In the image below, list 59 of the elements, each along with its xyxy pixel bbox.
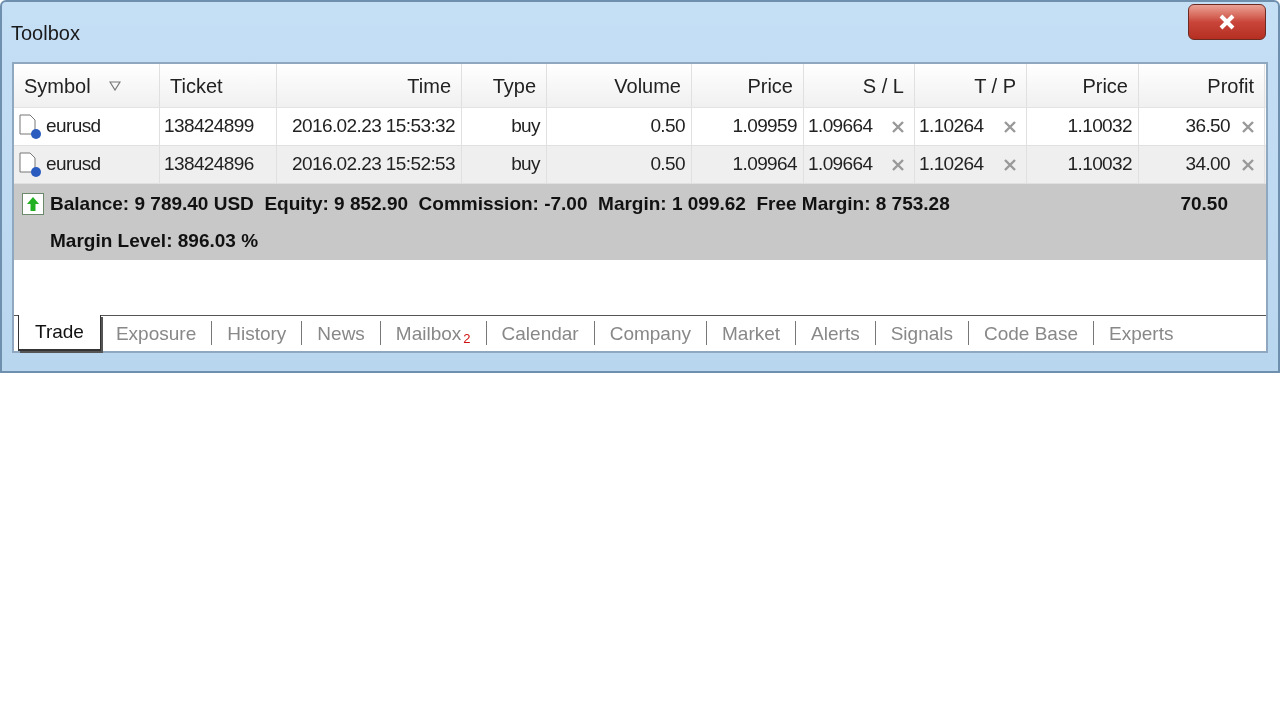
column-header[interactable]: Volume — [547, 64, 692, 107]
close-button[interactable] — [1188, 4, 1266, 40]
tab[interactable]: News — [302, 317, 380, 351]
column-header[interactable]: Type — [462, 64, 547, 107]
close-icon[interactable] — [892, 120, 904, 133]
document-icon — [18, 113, 42, 140]
tab[interactable]: Alerts — [796, 317, 875, 351]
tab[interactable]: Mailbox$_{2}$ — [380, 317, 486, 351]
tab[interactable]: Code Base — [969, 317, 1093, 351]
total-profit: 70.50 — [1179, 191, 1228, 216]
table-cell-text: 1.09664 — [808, 152, 873, 177]
table-cell-text: 0.50 — [650, 152, 685, 177]
tab[interactable]: Exposure — [100, 317, 212, 351]
tab[interactable]: Market — [707, 317, 796, 351]
table-cell-text: 36.50 — [1185, 114, 1230, 139]
table-cell-text: 138424899 — [164, 114, 254, 139]
table-cell-text: 1.10032 — [1067, 152, 1132, 177]
close-icon[interactable] — [1242, 158, 1254, 171]
close-icon — [1218, 14, 1236, 30]
column-header[interactable]: Time — [277, 64, 462, 107]
tab[interactable]: Calendar — [486, 317, 594, 351]
column-header[interactable]: Ticket — [160, 64, 277, 107]
column-header[interactable]: Profit — [1139, 64, 1265, 107]
table-cell-text: buy — [511, 152, 540, 177]
tab[interactable]: Company — [594, 317, 706, 351]
table-cell-text: 138424896 — [164, 152, 254, 177]
close-icon[interactable] — [892, 158, 904, 171]
tab[interactable]: Trade — [18, 315, 101, 351]
document-icon — [18, 151, 42, 178]
table-cell-text: 1.10264 — [919, 152, 984, 177]
unread-count: 2 — [463, 331, 471, 346]
table-cell-text: 34.00 — [1185, 152, 1230, 177]
close-icon[interactable] — [1004, 158, 1016, 171]
column-header[interactable]: Price — [1027, 64, 1139, 107]
table-cell-text: 2016.02.23 15:52:53 — [292, 152, 455, 177]
table-cell-text: buy — [511, 114, 540, 139]
table-cell-text: 1.10032 — [1067, 114, 1132, 139]
table-cell-text: eurusd — [46, 114, 101, 139]
table-cell-text: 0.50 — [650, 114, 685, 139]
column-header[interactable]: Symbol — [14, 64, 160, 107]
column-header[interactable]: T / P — [915, 64, 1027, 107]
sort-icon — [108, 80, 121, 91]
table-cell-text: 1.09964 — [732, 152, 797, 177]
table-cell-text: 1.10264 — [919, 114, 984, 139]
tab[interactable]: Experts — [1094, 317, 1189, 351]
close-icon[interactable] — [1004, 120, 1016, 133]
column-header[interactable]: S / L — [804, 64, 915, 107]
column-header[interactable]: Price — [692, 64, 804, 107]
arrow-up-icon — [22, 193, 44, 215]
close-icon[interactable] — [1242, 120, 1254, 133]
table-cell-text: eurusd — [46, 152, 101, 177]
account-summary: Balance: 9 789.40 USD Equity: 9 852.90 Commission: -7.00 Margin: 1 099.62 Free Margin: 8 753.28 — [50, 191, 950, 216]
table-cell-text: 2016.02.23 15:53:32 — [292, 114, 455, 139]
tab[interactable]: History — [212, 317, 302, 351]
table-cell-text: 1.09664 — [808, 114, 873, 139]
table-cell-text: 1.09959 — [732, 114, 797, 139]
margin-level: Margin Level: 896.03 % — [50, 228, 259, 253]
tab[interactable]: Signals — [875, 317, 968, 351]
window-title: Toolbox — [11, 21, 80, 46]
